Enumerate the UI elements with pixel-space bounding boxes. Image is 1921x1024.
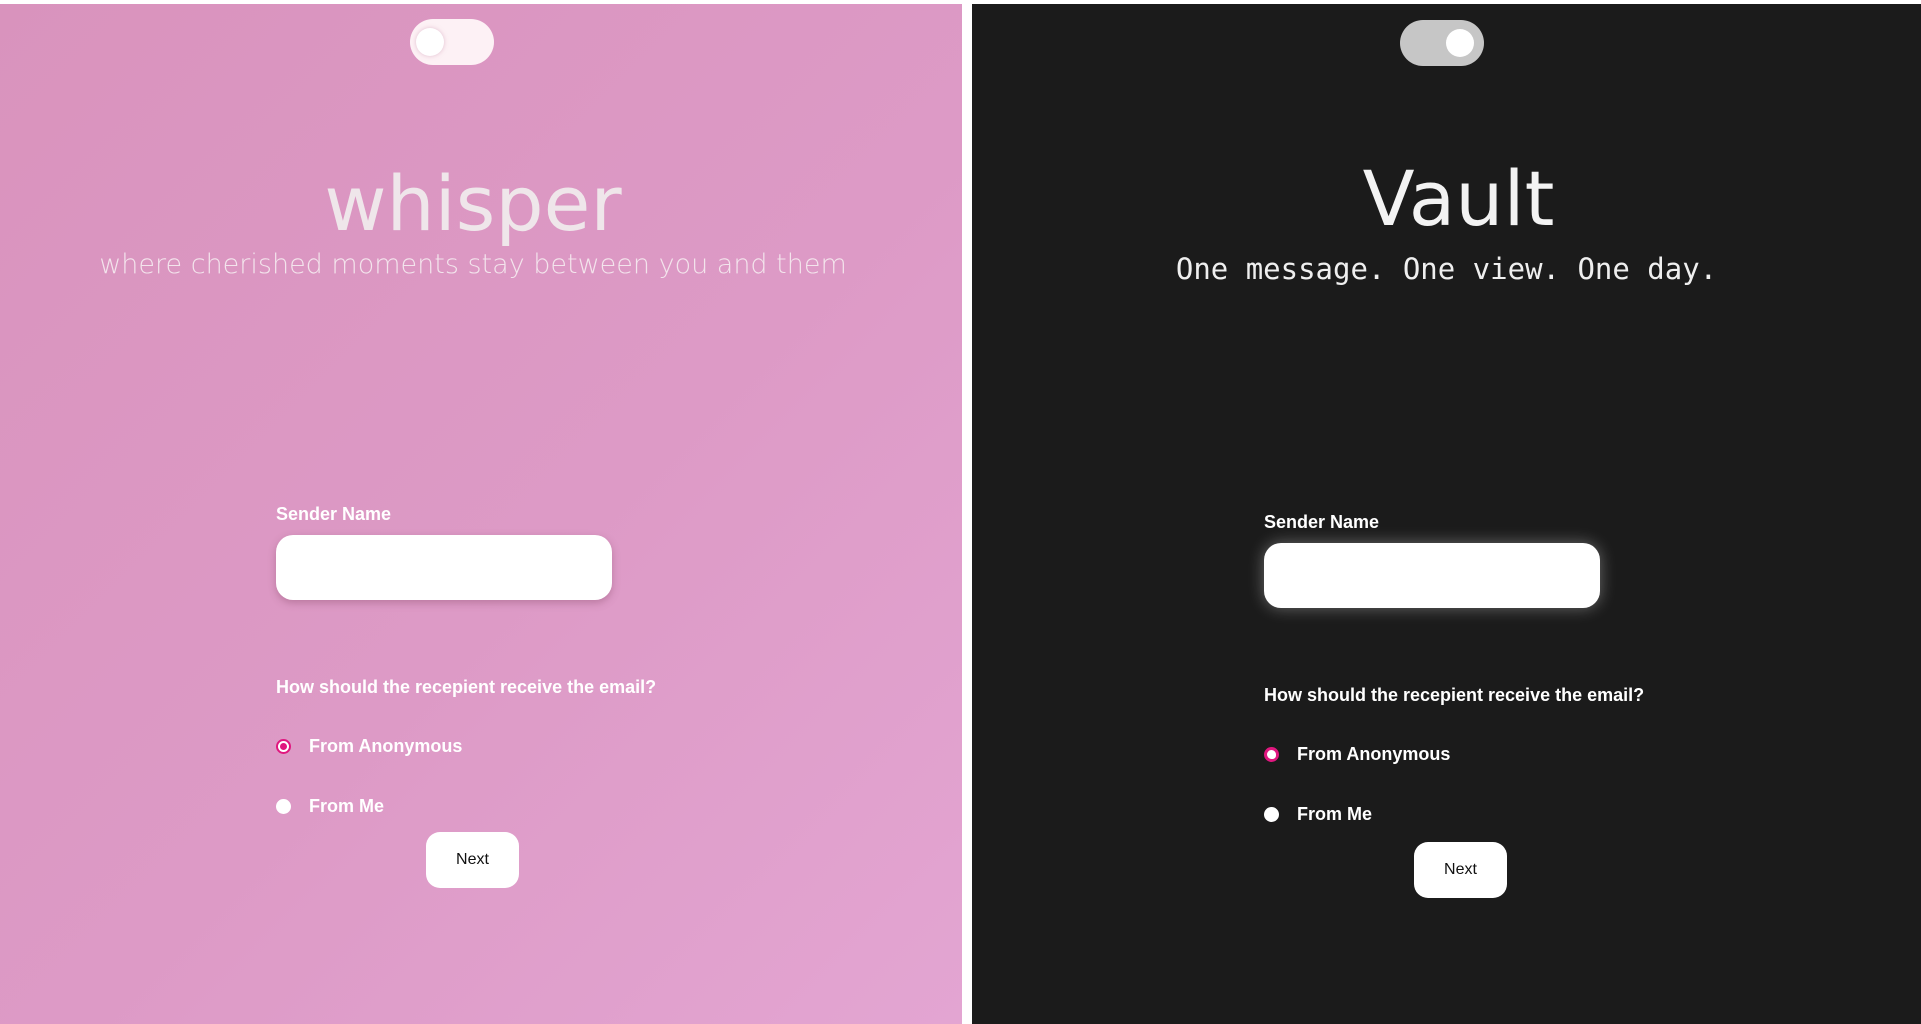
- radio-label-anonymous: From Anonymous: [1297, 744, 1451, 764]
- sender-name-label: Sender Name: [276, 504, 392, 524]
- app-title: Vault: [1362, 154, 1555, 243]
- radio-option-anonymous[interactable]: From Anonymous: [1264, 744, 1450, 765]
- delivery-question: How should the recepient receive the ema…: [1264, 685, 1645, 705]
- sender-name-label: Sender Name: [1264, 512, 1380, 532]
- radio-button-from-me[interactable]: [1264, 807, 1279, 822]
- radio-button-anonymous[interactable]: [276, 739, 291, 754]
- app-subtitle: where cherished moments stay between you…: [99, 249, 847, 280]
- app-title: whisper: [324, 159, 622, 248]
- sender-name-input[interactable]: [1264, 543, 1600, 608]
- radio-label-anonymous: From Anonymous: [309, 736, 463, 756]
- delivery-question: How should the recepient receive the ema…: [276, 677, 657, 697]
- toggle-knob: [416, 28, 444, 56]
- message-form: Sender Name How should the recepient rec…: [276, 504, 696, 888]
- dark-theme-panel: Vault One message. One view. One day. Se…: [972, 4, 1921, 1024]
- next-button[interactable]: Next: [426, 832, 519, 888]
- light-theme-panel: whisper where cherished moments stay bet…: [0, 4, 962, 1024]
- app-subtitle: One message. One view. One day.: [1175, 252, 1718, 286]
- toggle-knob: [1446, 29, 1474, 57]
- next-button[interactable]: Next: [1414, 842, 1507, 898]
- radio-label-from-me: From Me: [1297, 804, 1373, 824]
- message-form: Sender Name How should the recepient rec…: [1264, 512, 1684, 898]
- radio-label-from-me: From Me: [309, 796, 385, 816]
- theme-toggle[interactable]: [1400, 20, 1484, 66]
- radio-option-anonymous[interactable]: From Anonymous: [276, 736, 462, 757]
- sender-name-input[interactable]: [276, 535, 612, 600]
- radio-button-anonymous[interactable]: [1264, 747, 1279, 762]
- radio-button-from-me[interactable]: [276, 799, 291, 814]
- radio-option-from-me[interactable]: From Me: [276, 796, 384, 817]
- theme-toggle[interactable]: [410, 19, 494, 65]
- radio-option-from-me[interactable]: From Me: [1264, 804, 1372, 825]
